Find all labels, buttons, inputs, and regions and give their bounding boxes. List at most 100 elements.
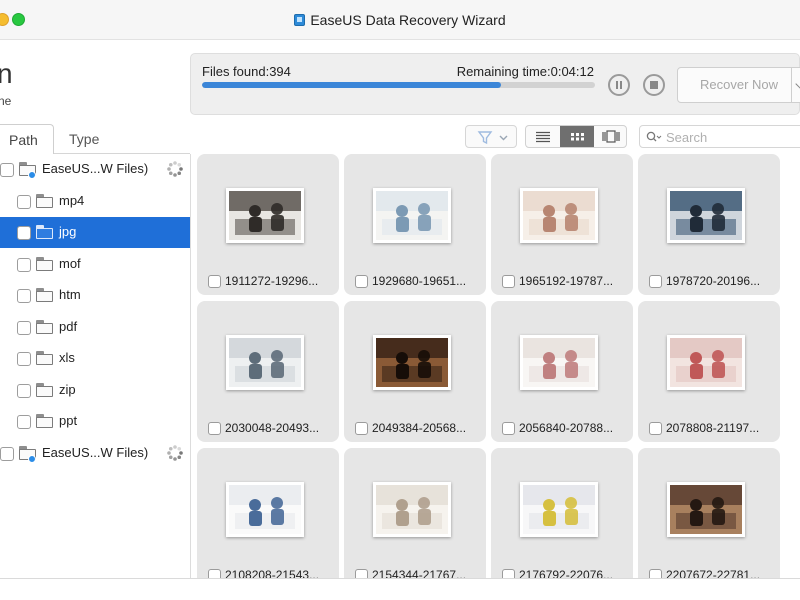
filter-button[interactable] <box>465 125 517 148</box>
grid-view-icon <box>571 133 584 141</box>
file-checkbox[interactable] <box>649 275 662 288</box>
file-card[interactable]: 2078808-21197... <box>638 301 780 442</box>
folder-icon <box>36 193 53 208</box>
window-title-text: EaseUS Data Recovery Wizard <box>310 12 506 28</box>
photo-thumbnail-image <box>523 485 595 534</box>
recover-now-button[interactable]: Recover Now <box>677 67 800 103</box>
file-checkbox[interactable] <box>649 422 662 435</box>
tree-item-xls[interactable]: xls <box>0 343 190 374</box>
grid-view-button[interactable] <box>560 126 594 147</box>
tree-item-label: EaseUS...W Files) <box>42 444 149 460</box>
list-view-button[interactable] <box>526 126 560 147</box>
tree-item-mp4[interactable]: mp4 <box>0 186 190 217</box>
file-card[interactable]: 2049384-20568... <box>344 301 486 442</box>
file-name: 1978720-20196... <box>666 274 761 288</box>
photo-thumbnail-image <box>376 191 448 240</box>
tree-item-device[interactable]: EaseUS...W Files) <box>0 154 190 185</box>
search-input[interactable] <box>666 128 796 146</box>
file-checkbox[interactable] <box>208 275 221 288</box>
photo-thumbnail <box>373 335 451 390</box>
file-checkbox[interactable] <box>208 422 221 435</box>
tree-item-htm[interactable]: htm <box>0 280 190 311</box>
file-name: 1965192-19787... <box>519 274 614 288</box>
file-checkbox[interactable] <box>502 422 515 435</box>
pause-scan-button[interactable] <box>608 74 630 96</box>
scan-progress-bar <box>202 82 595 88</box>
photo-thumbnail-image <box>523 191 595 240</box>
list-view-icon <box>536 131 550 143</box>
photo-thumbnail <box>226 188 304 243</box>
file-card[interactable]: 2108208-21543... <box>197 448 339 578</box>
tree-item-checkbox[interactable] <box>17 415 31 429</box>
loading-spinner-icon <box>167 161 183 177</box>
photo-thumbnail <box>667 482 745 537</box>
tree-item-zip[interactable]: zip <box>0 375 190 406</box>
photo-thumbnail-image <box>376 338 448 387</box>
file-card[interactable]: 2030048-20493... <box>197 301 339 442</box>
filmstrip-view-button[interactable] <box>594 126 626 147</box>
file-card[interactable]: 1929680-19651... <box>344 154 486 295</box>
photo-thumbnail-image <box>670 191 742 240</box>
tree-item-label: EaseUS...W Files) <box>42 161 149 176</box>
file-card[interactable]: 2056840-20788... <box>491 301 633 442</box>
photo-thumbnail <box>520 482 598 537</box>
folder-icon <box>36 288 53 302</box>
tree-item-label: mp4 <box>59 192 85 208</box>
folder-icon <box>36 225 53 239</box>
tree-item-checkbox[interactable] <box>0 163 14 177</box>
left-header: n ne <box>0 40 190 116</box>
photo-thumbnail-image <box>670 338 742 387</box>
file-checkbox[interactable] <box>208 569 221 578</box>
file-card[interactable]: 1911272-19296... <box>197 154 339 295</box>
search-field[interactable] <box>639 125 800 148</box>
file-checkbox[interactable] <box>502 569 515 578</box>
folder-tree: EaseUS...W Files) mp4 jpg mof htm pdf xls zip pp… <box>0 154 190 578</box>
filter-icon <box>477 131 508 145</box>
tab-path[interactable]: Path <box>0 124 54 154</box>
photo-thumbnail-image <box>670 485 742 534</box>
photo-thumbnail <box>373 482 451 537</box>
tree-item-label: ppt <box>59 413 78 428</box>
file-checkbox[interactable] <box>355 422 368 435</box>
tree-item-checkbox[interactable] <box>17 257 31 272</box>
tree-item-checkbox[interactable] <box>17 226 31 240</box>
file-checkbox[interactable] <box>355 569 368 578</box>
tree-item-checkbox[interactable] <box>17 320 31 335</box>
photo-thumbnail-image <box>229 191 301 240</box>
file-checkbox[interactable] <box>355 275 368 288</box>
tree-item-checkbox[interactable] <box>17 383 31 398</box>
tree-item-ppt[interactable]: ppt <box>0 406 190 437</box>
file-checkbox[interactable] <box>502 275 515 288</box>
recover-options-dropdown[interactable] <box>791 67 800 103</box>
pane-splitter[interactable] <box>190 154 191 580</box>
status-strip <box>0 579 800 600</box>
file-card[interactable]: 1978720-20196... <box>638 154 780 295</box>
file-card[interactable]: 1965192-19787... <box>491 154 633 295</box>
tree-item-jpg[interactable]: jpg <box>0 217 190 248</box>
device-badge-icon <box>28 454 36 463</box>
tree-item-checkbox[interactable] <box>17 352 31 366</box>
tree-item-mof[interactable]: mof <box>0 249 190 280</box>
view-mode-switcher <box>525 125 627 148</box>
tree-item-checkbox[interactable] <box>0 446 14 461</box>
tree-item-checkbox[interactable] <box>17 289 31 303</box>
file-name: 2154344-21767... <box>372 568 467 578</box>
photo-thumbnail-image <box>229 338 301 387</box>
tree-item-device[interactable]: EaseUS...W Files) <box>0 438 190 469</box>
tree-item-pdf[interactable]: pdf <box>0 312 190 343</box>
file-card[interactable]: 2154344-21767... <box>344 448 486 578</box>
tree-item-checkbox[interactable] <box>17 194 31 209</box>
file-card[interactable]: 2176792-22076... <box>491 448 633 578</box>
photo-thumbnail <box>520 335 598 390</box>
scan-location-title: n <box>0 58 13 89</box>
file-card[interactable]: 2207672-22781... <box>638 448 780 578</box>
tree-item-label: htm <box>59 287 81 302</box>
file-checkbox[interactable] <box>649 569 662 578</box>
photo-thumbnail-image <box>376 485 448 534</box>
folder-icon <box>36 351 53 365</box>
tab-type[interactable]: Type <box>69 124 129 154</box>
stop-scan-button[interactable] <box>643 74 665 96</box>
folder-icon <box>36 319 53 334</box>
file-name: 2030048-20493... <box>225 421 320 435</box>
tree-item-label: jpg <box>59 224 77 239</box>
